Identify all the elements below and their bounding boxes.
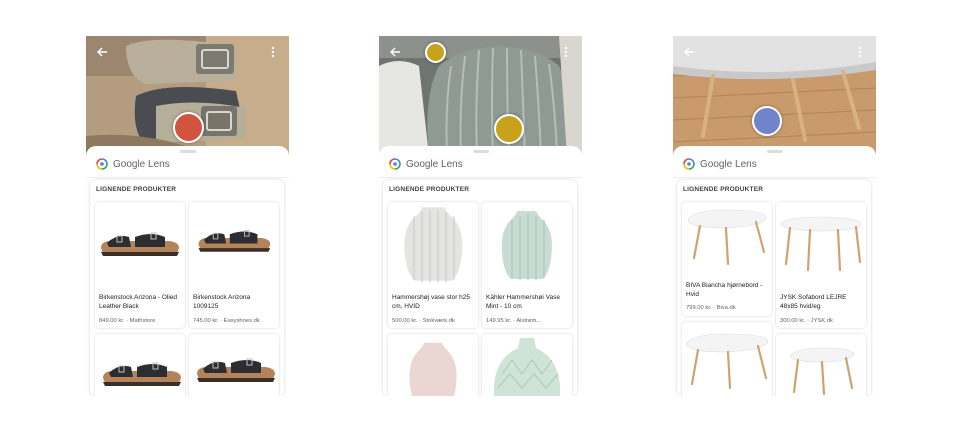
camera-photo-vase <box>379 36 582 156</box>
drag-handle[interactable] <box>767 150 783 153</box>
product-store: Easyshoes.dk <box>223 318 260 324</box>
product-name: Hammershøj vase stor h25 cm, HVID <box>392 294 471 310</box>
drag-handle[interactable] <box>473 150 489 153</box>
product-name: Birkenstock Arizona 1009125 <box>193 294 251 310</box>
product-price: 745.00 kr. <box>193 318 219 324</box>
product-image <box>95 334 185 396</box>
google-lens-header: Google Lens <box>96 157 170 171</box>
product-card[interactable]: Hammershøj vase stor h25 cm, HVID 500.00… <box>388 202 478 328</box>
section-title: LIGNENDE PRODUKTER <box>96 186 177 193</box>
object-selection-dot[interactable] <box>752 106 782 136</box>
product-name: BIVA Biancha hjørnebord - Hvid <box>686 282 763 298</box>
google-lens-logo-icon <box>389 158 401 170</box>
google-lens-title: Google Lens <box>406 158 463 170</box>
product-meta: 849.00 kr. · Mathstore <box>99 318 156 324</box>
product-card[interactable]: Birkenstock Arizona 1009125 745.00 kr. ·… <box>189 202 279 328</box>
product-price: 500.00 kr. <box>392 318 418 324</box>
similar-products-panel: LIGNENDE PRODUKTER Hammershøj vase stor … <box>383 180 577 396</box>
object-selection-dot-small[interactable] <box>425 42 446 63</box>
product-image <box>482 334 572 396</box>
product-store: Alstrøm... <box>516 318 542 324</box>
product-price: 149.95 kr. <box>486 318 512 324</box>
product-name: Kähler Hammershøi Vase Mint - 10 cm <box>486 294 560 310</box>
google-lens-logo-icon <box>683 158 695 170</box>
google-lens-logo-icon <box>96 158 108 170</box>
back-arrow-icon[interactable] <box>92 42 112 62</box>
section-title: LIGNENDE PRODUKTER <box>683 186 764 193</box>
product-card[interactable]: BIVA Biancha hjørnebord - Hvid 799.00 kr… <box>682 202 772 316</box>
product-price: 799.00 kr. <box>686 305 712 311</box>
similar-products-panel: LIGNENDE PRODUKTER Birkenstock Arizona -… <box>90 180 284 396</box>
product-meta: 745.00 kr. · Easyshoes.dk <box>193 318 260 324</box>
lens-results-sheet: Google Lens LIGNENDE PRODUKTER Hammershø… <box>379 146 582 396</box>
product-card[interactable] <box>189 334 279 396</box>
product-image <box>776 202 866 286</box>
section-title: LIGNENDE PRODUKTER <box>389 186 470 193</box>
product-card[interactable]: JYSK Sofabord LEJRE 48x85 hvid/eg 300.00… <box>776 202 866 328</box>
product-card[interactable] <box>482 334 572 396</box>
phone-screen-shoes: Google Lens LIGNENDE PRODUKTER Birkensto… <box>86 36 289 396</box>
product-store: JYSK.dk <box>810 318 833 324</box>
more-vert-icon[interactable] <box>556 42 576 62</box>
camera-photo-table <box>673 36 876 156</box>
product-card[interactable]: Birkenstock Arizona - Olied Leather Blac… <box>95 202 185 328</box>
product-name: JYSK Sofabord LEJRE 48x85 hvid/eg <box>780 294 847 310</box>
phone-screen-vase: Google Lens LIGNENDE PRODUKTER Hammershø… <box>379 36 582 396</box>
google-lens-header: Google Lens <box>683 157 757 171</box>
google-lens-header: Google Lens <box>389 157 463 171</box>
drag-handle[interactable] <box>180 150 196 153</box>
similar-products-panel: LIGNENDE PRODUKTER BIVA Biancha hjørnebo… <box>677 180 871 396</box>
product-card[interactable] <box>388 334 478 396</box>
product-image <box>388 202 478 286</box>
lens-results-sheet: Google Lens LIGNENDE PRODUKTER Birkensto… <box>86 146 289 396</box>
product-image <box>682 322 772 392</box>
product-name: Birkenstock Arizona - Olied Leather Blac… <box>99 294 178 310</box>
product-store: Stokværk.dk <box>422 318 455 324</box>
product-image <box>776 334 866 396</box>
product-store: Mathstore <box>129 318 156 324</box>
object-selection-dot[interactable] <box>494 114 524 144</box>
divider <box>86 177 289 178</box>
product-store: Biva.dk <box>716 305 736 311</box>
phone-screen-table: Google Lens LIGNENDE PRODUKTER BIVA Bian… <box>673 36 876 396</box>
google-lens-title: Google Lens <box>700 158 757 170</box>
back-arrow-icon[interactable] <box>385 42 405 62</box>
product-card[interactable]: Kähler Hammershøi Vase Mint - 10 cm 149.… <box>482 202 572 328</box>
product-image <box>482 202 572 286</box>
back-arrow-icon[interactable] <box>679 42 699 62</box>
product-card[interactable] <box>776 334 866 396</box>
divider <box>673 177 876 178</box>
more-vert-icon[interactable] <box>850 42 870 62</box>
more-vert-icon[interactable] <box>263 42 283 62</box>
product-image <box>388 334 478 396</box>
product-meta: 799.00 kr. · Biva.dk <box>686 305 736 311</box>
product-meta: 149.95 kr. · Alstrøm... <box>486 318 542 324</box>
object-selection-dot[interactable] <box>173 112 204 143</box>
product-image <box>682 202 772 274</box>
product-price: 849.00 kr. <box>99 318 125 324</box>
product-image <box>189 334 279 396</box>
product-meta: 500.00 kr. · Stokværk.dk <box>392 318 455 324</box>
product-image <box>95 202 185 286</box>
lens-results-sheet: Google Lens LIGNENDE PRODUKTER BIVA Bian… <box>673 146 876 396</box>
product-card[interactable] <box>95 334 185 396</box>
product-meta: 300.00 kr. · JYSK.dk <box>780 318 833 324</box>
product-card[interactable] <box>682 322 772 396</box>
product-image <box>189 202 279 286</box>
camera-photo-shoes <box>86 36 289 156</box>
divider <box>379 177 582 178</box>
google-lens-title: Google Lens <box>113 158 170 170</box>
product-price: 300.00 kr. <box>780 318 806 324</box>
